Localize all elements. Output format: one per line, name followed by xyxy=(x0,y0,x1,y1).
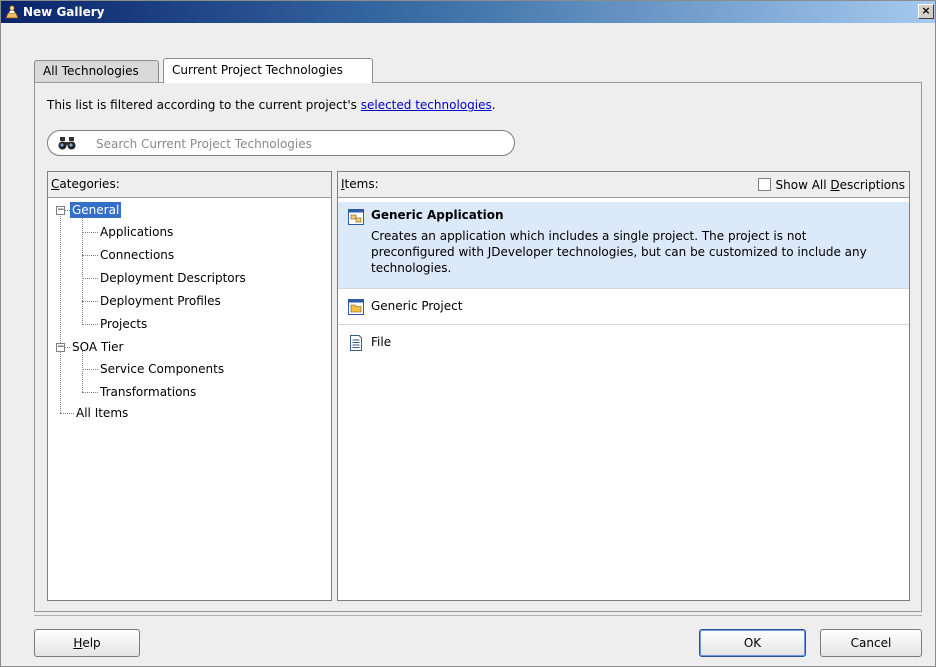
title-bar[interactable]: New Gallery × xyxy=(1,1,935,23)
ok-button[interactable]: OK xyxy=(699,629,806,657)
tree-item-transformations[interactable]: Transformations xyxy=(100,382,196,402)
item-title: Generic Application xyxy=(371,208,504,222)
tree-line xyxy=(82,324,98,325)
tree-item-all-items[interactable]: All Items xyxy=(76,403,128,423)
tree-item-general[interactable]: General xyxy=(70,200,122,220)
item-title: File xyxy=(371,335,392,349)
tree-line xyxy=(82,255,98,256)
footer-divider xyxy=(34,615,922,616)
items-panel: Items: Show All Descriptions Generic App… xyxy=(337,171,910,601)
tree-line xyxy=(60,214,61,413)
window-title: New Gallery xyxy=(23,5,105,19)
filter-notice-text: This list is filtered according to the c… xyxy=(47,98,361,112)
filter-notice: This list is filtered according to the c… xyxy=(47,98,496,112)
tree-line xyxy=(82,392,98,393)
categories-panel: Categories: − General Applications Conne… xyxy=(47,171,332,601)
help-button-label: elp xyxy=(82,636,101,650)
items-header: Items: Show All Descriptions xyxy=(338,172,909,198)
show-all-label-mnemonic: D xyxy=(830,178,840,192)
filter-notice-suffix: . xyxy=(491,98,496,112)
categories-tree: − General Applications Connections Deplo… xyxy=(48,200,331,600)
tree-item-applications[interactable]: Applications xyxy=(100,222,173,242)
file-icon xyxy=(350,335,362,351)
tree-line xyxy=(82,278,98,279)
application-icon xyxy=(348,209,364,225)
tree-item-label: General xyxy=(70,202,122,218)
collapse-general-icon[interactable]: − xyxy=(56,206,65,215)
help-button-mnemonic: H xyxy=(73,636,83,650)
tab-current-project-technologies[interactable]: Current Project Technologies xyxy=(163,58,373,83)
new-gallery-dialog: New Gallery × All Technologies Current P… xyxy=(0,0,936,667)
categories-header-label: ategories: xyxy=(59,177,120,191)
tree-item-service-components[interactable]: Service Components xyxy=(100,359,224,379)
checkbox-box[interactable] xyxy=(757,178,771,191)
tree-item-deployment-descriptors[interactable]: Deployment Descriptors xyxy=(100,268,246,288)
gallery-icon xyxy=(5,5,19,19)
cancel-button[interactable]: Cancel xyxy=(820,629,922,657)
list-item-file[interactable]: File xyxy=(338,325,909,361)
tab-all-technologies[interactable]: All Technologies xyxy=(34,60,159,82)
tree-item-connections[interactable]: Connections xyxy=(100,245,174,265)
binoculars-icon xyxy=(58,137,76,150)
tree-line xyxy=(82,232,98,233)
show-all-label-prefix: Show All xyxy=(775,178,831,192)
project-icon xyxy=(348,299,364,315)
tree-item-soa-tier[interactable]: SOA Tier xyxy=(72,337,124,357)
collapse-soa-tier-icon[interactable]: − xyxy=(56,343,65,352)
search-input[interactable] xyxy=(94,134,498,154)
tree-line xyxy=(82,301,98,302)
show-all-label-rest: escriptions xyxy=(839,178,905,192)
item-title: Generic Project xyxy=(371,299,463,313)
tree-line xyxy=(65,347,70,348)
tree-line xyxy=(60,413,74,414)
close-icon: × xyxy=(921,4,931,17)
tree-item-projects[interactable]: Projects xyxy=(100,314,147,334)
list-item-generic-project[interactable]: Generic Project xyxy=(338,289,909,325)
item-description: Creates an application which includes a … xyxy=(371,229,867,275)
show-all-descriptions-checkbox[interactable]: Show All Descriptions xyxy=(757,177,905,193)
tree-line xyxy=(82,369,98,370)
close-button[interactable]: × xyxy=(918,4,934,19)
help-button[interactable]: Help xyxy=(34,629,140,657)
tree-item-deployment-profiles[interactable]: Deployment Profiles xyxy=(100,291,221,311)
categories-header: Categories: xyxy=(48,172,331,198)
items-header-label: tems: xyxy=(344,177,379,191)
list-item-generic-application[interactable]: Generic Application Creates an applicati… xyxy=(338,202,909,289)
search-box[interactable] xyxy=(47,130,515,156)
selected-technologies-link[interactable]: selected technologies xyxy=(361,98,492,112)
